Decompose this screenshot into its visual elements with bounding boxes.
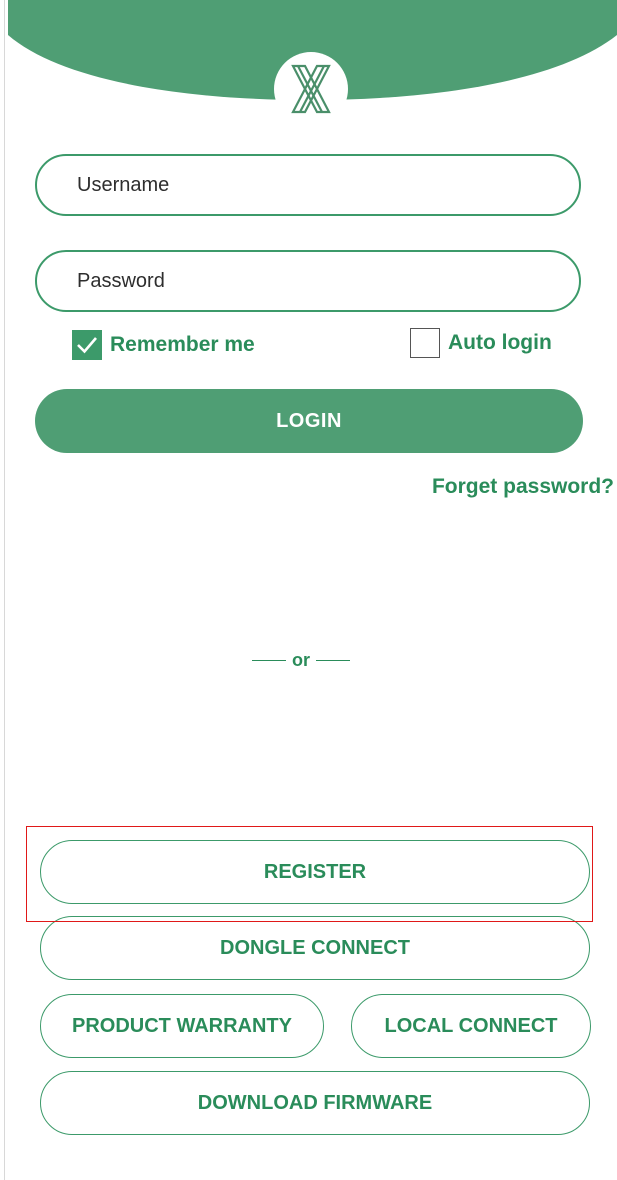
divider-line-left — [252, 659, 286, 662]
password-field[interactable] — [35, 250, 581, 312]
product-warranty-button[interactable]: PRODUCT WARRANTY — [40, 994, 324, 1058]
left-border — [4, 0, 5, 1180]
app-logo — [274, 52, 348, 126]
divider-line-right — [316, 659, 350, 662]
download-firmware-button[interactable]: DOWNLOAD FIRMWARE — [40, 1071, 590, 1135]
dongle-connect-button[interactable]: DONGLE CONNECT — [40, 916, 590, 980]
auto-login-checkbox[interactable] — [410, 328, 440, 358]
login-button[interactable]: LOGIN — [35, 389, 583, 453]
or-label: or — [292, 650, 310, 670]
register-button[interactable]: REGISTER — [40, 840, 590, 904]
checkmark-icon — [77, 337, 97, 354]
x-logo-icon — [291, 64, 331, 114]
remember-me-checkbox[interactable] — [72, 330, 102, 360]
or-divider: or — [252, 650, 350, 671]
auto-login-option[interactable]: Auto login — [410, 328, 552, 358]
username-input[interactable] — [75, 155, 579, 215]
username-field[interactable] — [35, 154, 581, 216]
password-input[interactable] — [75, 251, 579, 311]
remember-me-option[interactable]: Remember me — [72, 330, 255, 360]
local-connect-button[interactable]: LOCAL CONNECT — [351, 994, 591, 1058]
forgot-password-link[interactable]: Forget password? — [432, 475, 614, 499]
remember-me-label: Remember me — [110, 333, 255, 356]
auto-login-label: Auto login — [448, 331, 552, 354]
